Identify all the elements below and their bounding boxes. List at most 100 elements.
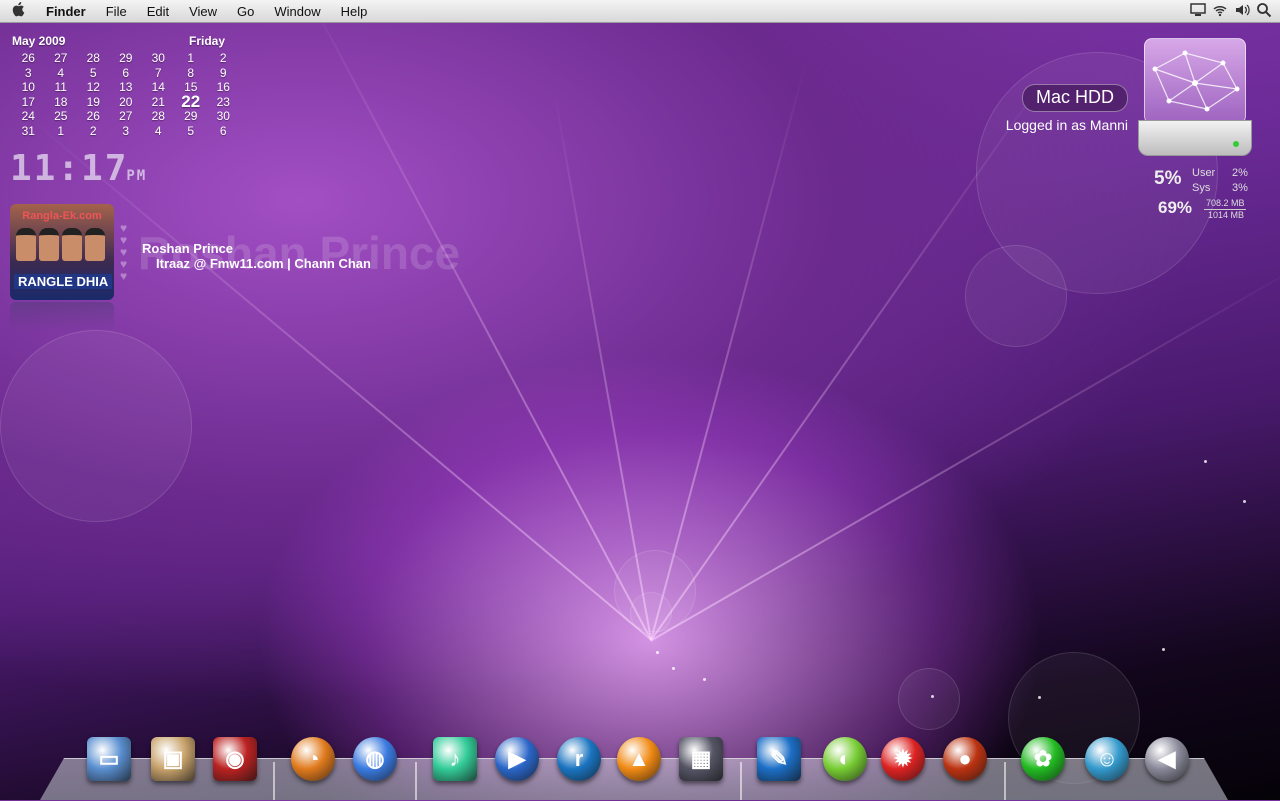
calendar-day: 30 — [216, 109, 230, 123]
flower-icon: ✿ — [1021, 737, 1065, 781]
drive-login-status: Logged in as Manni — [1005, 117, 1128, 133]
cpu-user-value: 2% — [1232, 167, 1248, 179]
dock-separator — [740, 762, 742, 800]
calendar-day: 21 — [151, 94, 165, 109]
dock-item-windows-media-player[interactable]: ▶ — [492, 734, 542, 784]
dock-item-vlc[interactable]: ▲ — [614, 734, 664, 784]
calendar-day: 6 — [219, 123, 227, 138]
dock-item-photo-booth[interactable]: ◉ — [210, 734, 260, 784]
calendar-day: 27 — [119, 109, 133, 123]
play-icon: ▶ — [495, 737, 539, 781]
album-title: RANGLE DHIA — [14, 274, 113, 289]
calendar-widget[interactable]: May 2009 Friday 26 27 28 29 30 1 2 3 4 5 6 7 8 9 10 11 1… — [12, 34, 232, 138]
album-reflection — [10, 302, 114, 332]
calendar-day: 25 — [54, 109, 68, 123]
wifi-icon[interactable] — [1212, 3, 1228, 17]
calendar-day: 1 — [57, 123, 65, 138]
volume-icon[interactable] — [1234, 3, 1250, 17]
calendar-day: 3 — [122, 123, 130, 138]
flame-icon: ✹ — [881, 737, 925, 781]
dock-separator — [273, 762, 275, 800]
now-playing-artist: Roshan Prince — [142, 241, 234, 256]
clock-widget: 11:17PM — [10, 148, 147, 189]
dock-item-iphoto[interactable]: ▣ — [148, 734, 198, 784]
menu-view[interactable]: View — [179, 4, 227, 19]
cpu-user-label: User — [1192, 167, 1216, 179]
calendar-day: 26 — [86, 109, 100, 123]
apple-logo-icon — [12, 2, 25, 17]
now-playing-track: Itraaz @ Fmw11.com | Chann Chan — [156, 256, 371, 271]
dock-item-burn[interactable]: ✹ — [878, 734, 928, 784]
memory-used: 708.2 MB — [1206, 198, 1245, 208]
calendar-day: 9 — [219, 65, 227, 80]
dock-item-itunes-media[interactable]: ♪ — [430, 734, 480, 784]
calendar-day: 29 — [184, 109, 198, 123]
dock-item-megaphone-app[interactable]: ◀ — [1142, 734, 1192, 784]
calendar-day: 22 — [181, 91, 201, 111]
globe-icon: ◍ — [353, 737, 397, 781]
camera-icon: ◉ — [213, 737, 257, 781]
drive-led-icon — [1233, 141, 1239, 147]
dock-item-msn-messenger[interactable]: ☺ — [1082, 734, 1132, 784]
real-icon: r — [557, 737, 601, 781]
hard-drive-icon[interactable] — [1138, 38, 1252, 156]
clapper-icon: ▦ — [679, 737, 723, 781]
calendar-day: 28 — [86, 51, 100, 65]
menu-finder[interactable]: Finder — [36, 4, 96, 19]
calendar-weekday: Friday — [188, 34, 225, 48]
calendar-day: 29 — [119, 51, 133, 65]
calendar-day: 30 — [151, 51, 165, 65]
dock-item-imovie[interactable]: ▦ — [676, 734, 726, 784]
dock-separator — [415, 762, 417, 800]
calendar-day: 16 — [216, 80, 230, 94]
calendar-day: 13 — [119, 80, 133, 94]
calendar-day: 23 — [216, 94, 230, 109]
music-icon: ♪ — [433, 737, 477, 781]
dock-item-safari[interactable]: ◍ — [350, 734, 400, 784]
feather-icon: ✎ — [757, 737, 801, 781]
dock-item-finder-display[interactable]: ▭ — [84, 734, 134, 784]
calendar-day: 10 — [21, 80, 35, 94]
calendar-day: 4 — [57, 65, 65, 80]
menu-edit[interactable]: Edit — [137, 4, 179, 19]
memory-percent: 69% — [1158, 198, 1193, 217]
album-art[interactable]: Rangla-Ek.com RANGLE DHIA — [10, 204, 114, 300]
display-icon[interactable] — [1190, 3, 1206, 17]
calendar-grid: 26 27 28 29 30 1 2 3 4 5 6 7 8 9 10 11 12 13 14 15 16 17 18 19 2… — [12, 51, 232, 138]
calendar-day: 2 — [219, 51, 227, 65]
album-caption: Rangla-Ek.com — [22, 210, 102, 222]
calendar-day: 19 — [86, 94, 100, 109]
spotlight-icon[interactable] — [1256, 2, 1272, 18]
hearts-icon: ♥ ♥ ♥ ♥ ♥ — [120, 221, 128, 283]
calendar-day: 17 — [21, 94, 35, 109]
calendar-month: May 2009 — [12, 34, 66, 48]
calendar-day: 14 — [151, 80, 165, 94]
calendar-day: 1 — [187, 51, 195, 65]
calendar-day: 8 — [187, 65, 195, 80]
dock-item-limewire[interactable]: ◐ — [820, 734, 870, 784]
menu-window[interactable]: Window — [264, 4, 330, 19]
cpu-percent: 5% — [1154, 168, 1182, 189]
calendar-day: 2 — [89, 123, 97, 138]
dock-item-firefox[interactable]: ◔ — [288, 734, 338, 784]
menu-bar: Finder File Edit View Go Window Help — [0, 0, 1280, 23]
calendar-day: 6 — [122, 65, 130, 80]
buddy-icon: ☺ — [1085, 737, 1129, 781]
dock-item-realplayer[interactable]: r — [554, 734, 604, 784]
calendar-day: 7 — [154, 65, 162, 80]
album-photo — [16, 228, 105, 261]
dock-item-fireball-app[interactable]: ● — [940, 734, 990, 784]
menu-go[interactable]: Go — [227, 4, 264, 19]
calendar-day: 27 — [54, 51, 68, 65]
apple-menu-icon[interactable] — [0, 1, 36, 21]
dock-item-feather-app[interactable]: ✎ — [754, 734, 804, 784]
dock-item-icq[interactable]: ✿ — [1018, 734, 1068, 784]
drive-name-badge[interactable]: Mac HDD — [1022, 84, 1128, 112]
menu-file[interactable]: File — [96, 4, 137, 19]
calendar-day: 20 — [119, 94, 133, 109]
dock-separator — [1004, 762, 1006, 800]
calendar-day: 12 — [86, 80, 100, 94]
clock-ampm: PM — [126, 168, 148, 184]
fire-orb-icon: ● — [943, 737, 987, 781]
menu-help[interactable]: Help — [331, 4, 378, 19]
